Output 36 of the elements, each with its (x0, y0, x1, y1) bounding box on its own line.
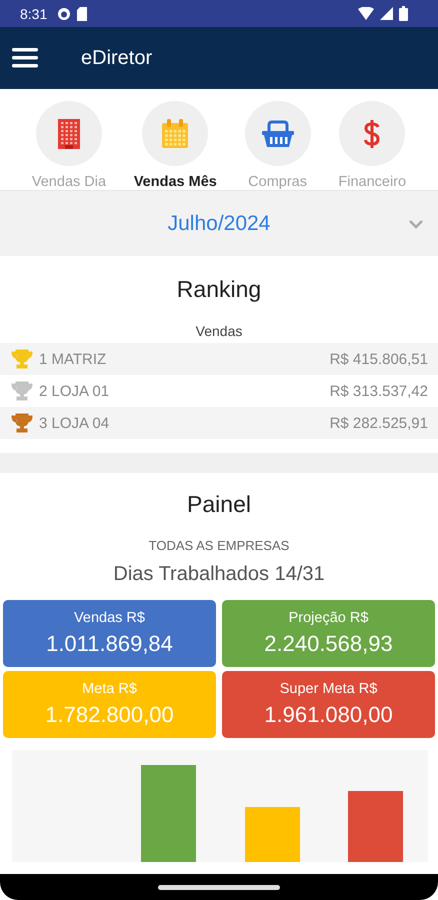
metric-value: 2.240.568,93 (264, 631, 393, 657)
wifi-icon (358, 7, 374, 20)
signal-icon (380, 7, 393, 20)
app-title: eDiretor (81, 46, 152, 70)
store-name: 1 MATRIZ (39, 350, 106, 368)
clock: 8:31 (20, 6, 48, 22)
store-name: 3 LOJA 04 (39, 414, 110, 432)
sd-card-icon (77, 6, 88, 20)
battery-icon (399, 6, 408, 21)
section-title: Painel (186, 491, 252, 518)
metric-value: 1.782.800,00 (45, 702, 174, 728)
company-scope: TODAS AS EMPRESAS (148, 538, 290, 553)
metric-label: Projeção R$ (288, 610, 368, 626)
metric-value: 1.011.869,84 (46, 631, 173, 657)
section-title: Ranking (176, 276, 262, 303)
building-icon (56, 118, 81, 150)
store-name: 2 LOJA 01 (39, 382, 110, 400)
basket-icon (260, 120, 295, 148)
section-subtitle: Vendas (194, 323, 244, 339)
metric-value: 1.961.080,00 (264, 702, 393, 728)
chart-bar (245, 807, 300, 862)
chart-bar (348, 791, 403, 862)
sales-amount: R$ 282.525,91 (330, 414, 428, 432)
notification-icon (57, 6, 72, 20)
dollar-icon (363, 118, 382, 148)
metric-label: Super Meta R$ (280, 681, 378, 697)
metric-label: Meta R$ (82, 681, 137, 697)
sales-amount: R$ 415.806,51 (330, 350, 428, 368)
sales-amount: R$ 313.537,42 (330, 382, 428, 400)
chevron-down-icon (408, 219, 424, 229)
calendar-icon (161, 118, 190, 148)
month-selector[interactable]: Julho/2024 (0, 190, 438, 256)
home-handle[interactable] (158, 884, 280, 890)
worked-days: Dias Trabalhados 14/31 (0, 563, 438, 586)
menu-icon[interactable] (12, 48, 38, 68)
metric-label: Vendas R$ (74, 610, 145, 626)
